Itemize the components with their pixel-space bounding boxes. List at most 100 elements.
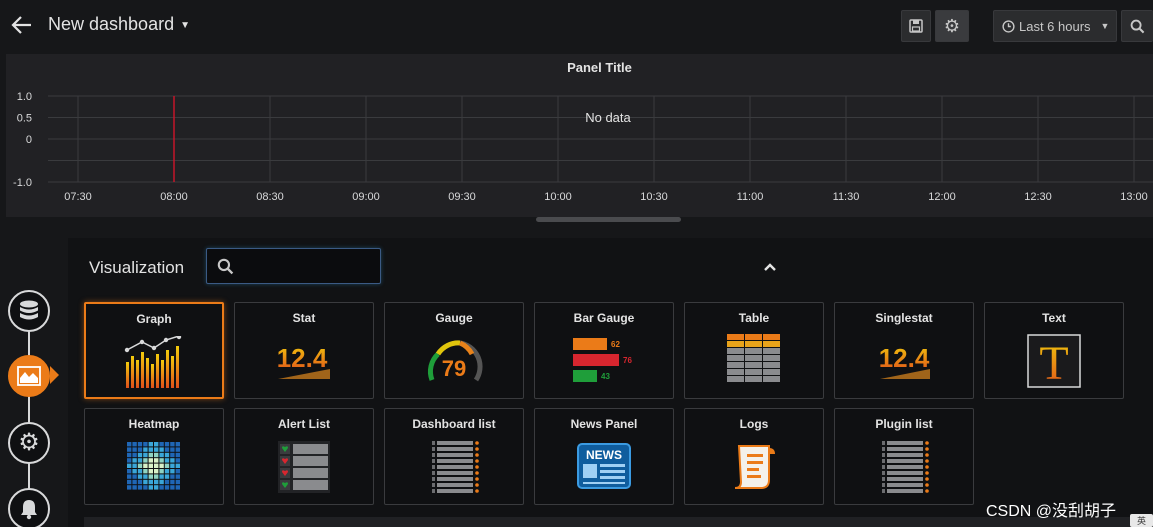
viz-tile-news-panel[interactable]: News Panel NEWS	[534, 408, 674, 505]
heatmap-cell	[137, 485, 143, 490]
list-row	[887, 447, 923, 451]
heatmap-cell	[154, 442, 159, 447]
list-row	[437, 477, 473, 481]
list-dot	[475, 489, 479, 493]
viz-tile-alert-list[interactable]: Alert List	[234, 408, 374, 505]
viz-tile-singlestat[interactable]: Singlestat 12.4	[834, 302, 974, 399]
visualization-search-box[interactable]	[206, 248, 381, 284]
chevron-up-icon[interactable]	[762, 260, 778, 274]
heatmap-cell	[132, 447, 137, 452]
viz-tile-dashboard-list[interactable]: Dashboard list	[384, 408, 524, 505]
panel-resize-handle[interactable]	[536, 217, 681, 222]
viz-tile-bar-gauge[interactable]: Bar Gauge 62 76 43	[534, 302, 674, 399]
list-bullet	[432, 453, 435, 457]
back-arrow-icon[interactable]	[10, 13, 34, 37]
queries-tab[interactable]	[8, 290, 50, 332]
viz-tile-heatmap[interactable]: Heatmap	[84, 408, 224, 505]
list-dot	[925, 489, 929, 493]
viz-tile-label: Dashboard list	[412, 417, 496, 431]
heatmap-cell	[143, 485, 148, 490]
viz-tile-label: Stat	[292, 311, 316, 325]
list-bullet	[882, 453, 885, 457]
visualization-search-input[interactable]	[241, 255, 371, 277]
heatmap-cell	[132, 469, 137, 474]
heatmap-cell	[132, 452, 137, 458]
visualization-tab[interactable]	[8, 355, 50, 397]
clock-icon	[1002, 19, 1015, 33]
x-tick-label: 11:00	[737, 191, 764, 203]
news-glyph: NEWS	[586, 448, 622, 462]
gear-icon: ⚙	[943, 16, 961, 36]
dashboard-settings-button[interactable]: ⚙	[935, 10, 969, 42]
x-tick-label: 09:30	[448, 191, 476, 203]
list-row	[887, 471, 923, 475]
list-bullet	[882, 447, 885, 451]
bar-gauge-value-3: 43	[601, 372, 610, 381]
list-dot	[475, 453, 479, 457]
y-tick-label: 1.0	[17, 91, 32, 103]
viz-tile-label: Logs	[739, 417, 769, 431]
list-bullet	[882, 489, 885, 493]
list-row	[437, 441, 473, 445]
heatmap-cell	[159, 442, 164, 447]
heatmap-cell	[143, 442, 148, 447]
dashboard-title[interactable]: New dashboard ▼	[48, 14, 190, 35]
heatmap-cell	[164, 458, 170, 463]
heatmap-cell	[175, 458, 180, 463]
x-tick-label: 10:30	[640, 191, 668, 203]
viz-tile-text[interactable]: Text T	[984, 302, 1124, 399]
list-dot	[925, 477, 929, 481]
heatmap-cell	[154, 469, 159, 474]
save-icon	[909, 19, 923, 33]
list-row	[437, 489, 473, 493]
search-button[interactable]	[1121, 10, 1153, 42]
heatmap-cell	[154, 474, 159, 479]
list-row	[887, 465, 923, 469]
heatmap-cell	[137, 452, 143, 458]
graph-icon	[86, 332, 222, 392]
table-icon	[685, 331, 823, 391]
heatmap-cell	[127, 447, 132, 452]
heatmap-cell	[148, 452, 153, 458]
viz-tile-plugin-list[interactable]: Plugin list	[834, 408, 974, 505]
heatmap-cell	[127, 469, 132, 474]
viz-tile-label: News Panel	[570, 417, 638, 431]
viz-tile-table[interactable]: Table	[684, 302, 824, 399]
heatmap-cell	[175, 474, 180, 479]
viz-tile-graph[interactable]: Graph	[84, 302, 224, 399]
gear-icon: ⚙	[18, 429, 40, 456]
heatmap-cell	[170, 469, 175, 474]
heatmap-cell	[132, 463, 137, 468]
list-bullet	[432, 447, 435, 451]
list-bullet	[432, 471, 435, 475]
list-row	[887, 459, 923, 463]
viz-tile-gauge[interactable]: Gauge 79	[384, 302, 524, 399]
list-dot	[925, 453, 929, 457]
heatmap-cell	[154, 463, 159, 468]
heatmap-cell	[154, 452, 159, 458]
list-dot	[925, 447, 929, 451]
list-row	[437, 459, 473, 463]
heatmap-cell	[175, 452, 180, 458]
alert-tab[interactable]	[8, 488, 50, 527]
heatmap-cell	[127, 442, 132, 447]
heatmap-cell	[159, 469, 164, 474]
x-tick-label: 10:00	[544, 191, 572, 203]
heatmap-cell	[148, 463, 153, 468]
heatmap-cell	[164, 452, 170, 458]
heatmap-cell	[137, 474, 143, 479]
text-glyph: T	[1039, 337, 1068, 389]
list-bullet	[882, 477, 885, 481]
heatmap-cell	[127, 463, 132, 468]
heatmap-cell	[164, 447, 170, 452]
time-picker-button[interactable]: Last 6 hours ▼	[993, 10, 1117, 42]
heatmap-cell	[175, 442, 180, 447]
active-tab-pointer	[50, 366, 59, 384]
general-settings-tab[interactable]: ⚙	[8, 422, 50, 464]
save-dashboard-button[interactable]	[901, 10, 931, 42]
viz-tile-logs[interactable]: Logs	[684, 408, 824, 505]
panel-title[interactable]: Panel Title	[6, 60, 1153, 75]
viz-tile-stat[interactable]: Stat 12.4	[234, 302, 374, 399]
list-bullet	[432, 483, 435, 487]
heatmap-cell	[159, 485, 164, 490]
